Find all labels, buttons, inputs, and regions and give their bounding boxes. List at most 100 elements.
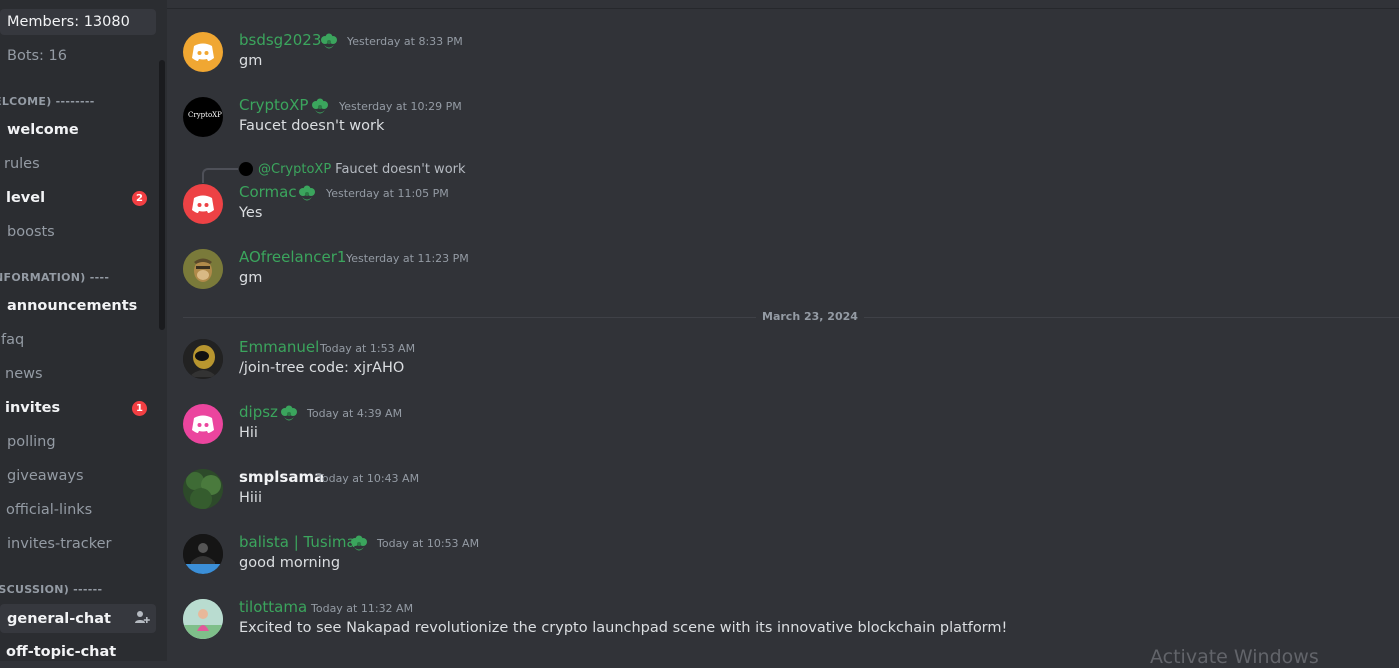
channel-polling[interactable]: polling <box>0 429 156 455</box>
channel-label: welcome <box>7 122 79 138</box>
activate-windows-watermark: Activate Windows <box>1150 646 1319 668</box>
message-text: gm <box>239 53 263 69</box>
timestamp: Yesterday at 10:29 PM <box>339 100 462 113</box>
channel-announcements[interactable]: announcements <box>0 293 156 319</box>
channel-label: announcements <box>7 298 138 314</box>
message[interactable]: bsdsg2023 Yesterday at 8:33 PM gm <box>183 31 1383 80</box>
avatar[interactable] <box>183 534 223 574</box>
avatar[interactable] <box>183 249 223 289</box>
avatar[interactable] <box>183 469 223 509</box>
category-welcome[interactable]: ELCOME) -------- <box>0 95 95 108</box>
username[interactable]: smplsama <box>239 468 324 486</box>
username[interactable]: tilottama <box>239 598 307 616</box>
channel-label: giveaways <box>7 468 84 484</box>
avatar[interactable]: CryptoXP <box>183 97 223 137</box>
timestamp: Yesterday at 11:23 PM <box>346 252 469 265</box>
date-divider-label: March 23, 2024 <box>756 310 864 323</box>
timestamp: Today at 10:53 AM <box>377 537 480 550</box>
message[interactable]: Cormac Yesterday at 11:05 PM Yes <box>183 183 1383 232</box>
channel-news[interactable]: news <box>0 361 156 387</box>
message-text: Faucet doesn't work <box>239 118 385 134</box>
channel-label: polling <box>7 434 56 450</box>
message[interactable]: smplsama Today at 10:43 AM Hiii <box>183 468 1383 517</box>
channel-invites[interactable]: invites 1 <box>0 395 156 421</box>
category-discussion[interactable]: ISCUSSION) ------ <box>0 583 102 596</box>
reply-connector <box>202 168 238 183</box>
message[interactable]: dipsz Today at 4:39 AM Hii <box>183 403 1383 452</box>
username[interactable]: bsdsg2023 <box>239 31 321 49</box>
message[interactable]: tilottama Today at 11:32 AM Excited to s… <box>183 598 1383 647</box>
message-text: Excited to see Nakapad revolutionize the… <box>239 620 1008 636</box>
avatar-text: CryptoXP <box>188 111 222 119</box>
role-flower-icon <box>299 185 315 201</box>
channel-label: faq <box>1 332 25 348</box>
avatar[interactable] <box>183 339 223 379</box>
nature-avatar-icon <box>183 469 223 509</box>
channel-boosts[interactable]: boosts <box>0 219 156 245</box>
timestamp: Today at 11:32 AM <box>311 602 414 615</box>
reply-preview[interactable]: @CryptoXP Faucet doesn't work <box>239 161 466 177</box>
avatar[interactable] <box>183 599 223 639</box>
username[interactable]: CryptoXP <box>239 96 308 114</box>
timestamp: Today at 4:39 AM <box>307 407 403 420</box>
photo-avatar-icon <box>183 339 223 379</box>
channel-header <box>167 0 1399 9</box>
member-count-row: Members: 13080 <box>0 9 156 35</box>
username[interactable]: Cormac <box>239 183 297 201</box>
channel-official-links[interactable]: official-links <box>0 497 156 523</box>
role-flower-icon <box>312 98 328 114</box>
channel-welcome[interactable]: welcome <box>0 117 156 143</box>
channel-level[interactable]: level 2 <box>0 185 156 211</box>
channel-giveaways[interactable]: giveaways <box>0 463 156 489</box>
timestamp: Yesterday at 8:33 PM <box>347 35 463 48</box>
timestamp: Today at 10:43 AM <box>317 472 420 485</box>
channel-rules[interactable]: rules <box>0 151 156 177</box>
channel-off-topic-chat[interactable]: off-topic-chat <box>0 639 156 661</box>
timestamp: Yesterday at 11:05 PM <box>326 187 449 200</box>
category-information[interactable]: NFORMATION) ---- <box>0 271 109 284</box>
ape-avatar-icon <box>183 249 223 289</box>
bot-count: Bots: 16 <box>7 48 68 64</box>
role-flower-icon <box>351 535 367 551</box>
message-text: good morning <box>239 555 341 571</box>
channel-label: boosts <box>7 224 55 240</box>
avatar[interactable] <box>183 184 223 224</box>
message[interactable]: balista | Tusima Today at 10:53 AM good … <box>183 533 1383 582</box>
username[interactable]: dipsz <box>239 403 278 421</box>
message-text: Hii <box>239 425 258 441</box>
channel-general-chat[interactable]: general-chat <box>0 604 156 633</box>
reply-text: Faucet doesn't work <box>335 161 466 177</box>
channel-label: level <box>6 190 46 206</box>
photo-avatar-icon <box>183 599 223 639</box>
channel-label: general-chat <box>7 610 111 627</box>
channel-label: invites <box>5 400 61 416</box>
channel-label: rules <box>4 156 40 172</box>
channel-label: invites-tracker <box>7 536 112 552</box>
username[interactable]: AOfreelancer1 <box>239 248 346 266</box>
add-member-icon[interactable] <box>134 609 150 625</box>
username[interactable]: balista | Tusima <box>239 533 356 551</box>
avatar[interactable] <box>183 32 223 72</box>
channel-label: news <box>5 366 43 382</box>
discord-logo-icon <box>192 43 214 61</box>
discord-logo-icon <box>192 415 214 433</box>
timestamp: Today at 1:53 AM <box>320 342 416 355</box>
message[interactable]: AOfreelancer1 Yesterday at 11:23 PM gm <box>183 248 1383 297</box>
channel-sidebar: Members: 13080 Bots: 16 ELCOME) --------… <box>0 0 167 661</box>
member-count: Members: 13080 <box>7 14 130 30</box>
channel-faq[interactable]: faq <box>0 327 156 353</box>
username[interactable]: Emmanuel <box>239 338 319 356</box>
message[interactable]: Emmanuel Today at 1:53 AM /join-tree cod… <box>183 338 1383 387</box>
sidebar-scrollbar[interactable] <box>159 60 165 330</box>
message-text: /join-tree code: xjrAHO <box>239 360 405 376</box>
channel-label: off-topic-chat <box>6 644 117 660</box>
role-flower-icon <box>321 33 337 49</box>
channel-invites-tracker[interactable]: invites-tracker <box>0 531 156 557</box>
reply-avatar <box>239 162 253 176</box>
reply-mention[interactable]: @CryptoXP <box>258 162 331 177</box>
photo-avatar-icon <box>183 534 223 574</box>
unread-badge: 1 <box>132 401 147 416</box>
avatar[interactable] <box>183 404 223 444</box>
unread-badge: 2 <box>132 191 147 206</box>
message[interactable]: CryptoXP CryptoXP Yesterday at 10:29 PM … <box>183 96 1383 145</box>
